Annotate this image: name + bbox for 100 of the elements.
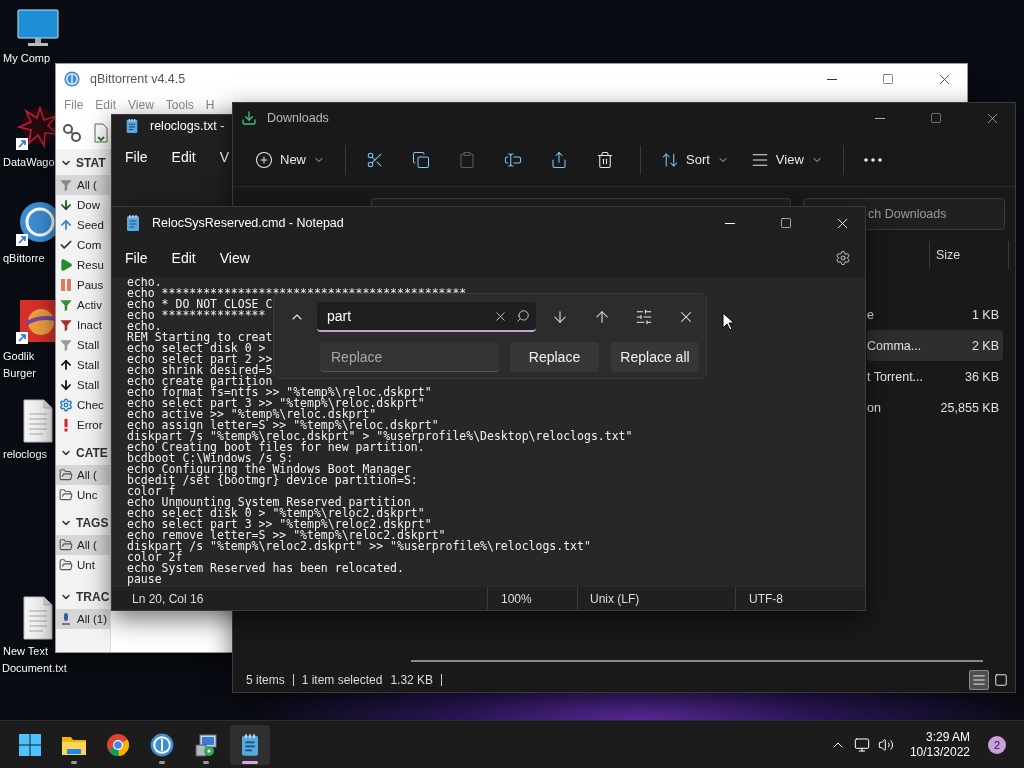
status-text: 5 items	[246, 674, 294, 686]
sidebar-item[interactable]: Com	[56, 235, 110, 255]
file-row[interactable]: on 25,855 KB	[867, 392, 1003, 423]
menu-item[interactable]: V	[219, 149, 230, 165]
sidebar-item[interactable]: All (1)	[56, 609, 110, 629]
sidebar-item[interactable]: All (	[56, 465, 110, 485]
check-icon	[59, 238, 73, 252]
window-title: reloclogs.txt -	[150, 119, 226, 133]
sidebar-item[interactable]: Stall	[56, 355, 110, 375]
column-header[interactable]: Size	[929, 241, 1009, 269]
file-name: on	[867, 400, 881, 415]
new-button[interactable]: New	[247, 142, 333, 177]
desktop-icon-label[interactable]: My Comp	[3, 51, 51, 65]
desktop-icon-label[interactable]: Burger	[3, 366, 37, 380]
sidebar-item[interactable]: Error	[56, 415, 110, 435]
notepad-icon	[124, 214, 142, 232]
menu-item[interactable]: View	[128, 98, 154, 112]
sidebar-item[interactable]: Inact	[56, 315, 110, 335]
code-line: echo ********************************************	[127, 288, 467, 299]
sidebar-item[interactable]: All (	[56, 535, 110, 555]
file-row[interactable]: Comma... 2 KB	[867, 330, 1003, 361]
desktop-icon-label[interactable]: Document.txt	[2, 661, 67, 675]
sidebar-item[interactable]: Paus	[56, 275, 110, 295]
file-name: e	[867, 307, 874, 322]
code-line: echo select disk 0 >	[127, 343, 266, 354]
sidebar-item[interactable]: Dow	[56, 195, 110, 215]
window-title: RelocSysReserved.cmd - Notepad	[152, 216, 345, 230]
text-cursor-icon	[504, 150, 522, 169]
sidebar-item[interactable]: All (	[56, 175, 110, 195]
menu-item[interactable]: H	[205, 98, 215, 112]
settings-icon[interactable]	[835, 250, 851, 266]
menu-item[interactable]: View	[219, 250, 250, 266]
menu-item[interactable]: File	[125, 149, 148, 165]
scrollbar[interactable]	[411, 660, 983, 662]
menu-item[interactable]: Edit	[95, 98, 117, 112]
code-line: echo.	[127, 321, 162, 332]
share-icon	[550, 150, 568, 169]
filter-icon	[59, 338, 73, 352]
clock-date[interactable]: 10/13/2022	[909, 744, 970, 760]
replace-button[interactable]: Replace	[510, 342, 599, 372]
menu-item[interactable]: File	[64, 98, 84, 112]
sidebar-item[interactable]: Chec	[56, 395, 110, 415]
file-row[interactable]: e 1 KB	[867, 299, 1003, 330]
code-line: echo Creating boot files for new partition.	[127, 442, 425, 453]
code-line: diskpart /s "%temp%\reloc2.dskprt" >> "%userprofile%\reloclogs.txt"	[127, 541, 591, 552]
find-field[interactable]: part	[327, 308, 485, 324]
running-indicator	[242, 760, 258, 764]
code-line: color 2f	[127, 552, 183, 563]
download-icon	[241, 110, 257, 126]
download-arrow-icon	[59, 198, 73, 212]
desktop-icon-label[interactable]: Godlik	[3, 349, 35, 363]
desktop-icon-label[interactable]: reloclogs	[3, 447, 48, 461]
code-line: echo select part 2 >>	[127, 354, 273, 365]
desktop-icon-label[interactable]: DataWago	[3, 155, 55, 169]
file-size: 25,855 KB	[940, 400, 999, 415]
computer-disc-icon	[194, 732, 218, 757]
sidebar-item[interactable]: Unt	[56, 555, 110, 575]
view-button[interactable]: View	[742, 142, 831, 177]
status-text: Ln 20, Col 16	[112, 587, 488, 610]
sidebar-item[interactable]: Seed	[56, 215, 110, 235]
sort-button[interactable]: Sort	[653, 142, 737, 177]
sidebar-item[interactable]: Activ	[56, 295, 110, 315]
find-box[interactable]: part	[317, 302, 536, 332]
menu-item[interactable]: Tools	[165, 98, 194, 112]
running-indicator	[203, 760, 209, 764]
file-size: 1 KB	[971, 307, 999, 322]
text-editor[interactable]	[112, 277, 865, 586]
menu-item[interactable]: Edit	[171, 250, 196, 266]
clock-time[interactable]: 3:29 AM	[925, 729, 970, 745]
replace-all-button[interactable]: Replace all	[611, 342, 699, 372]
search-icon[interactable]	[516, 309, 530, 323]
item-label: Seed	[77, 219, 104, 231]
menu-item[interactable]: Edit	[171, 149, 196, 165]
volume-icon[interactable]	[877, 736, 894, 753]
list-icon	[972, 673, 986, 687]
desktop-icon-label[interactable]: New Text	[3, 644, 49, 658]
network-icon[interactable]	[853, 736, 870, 753]
windows-logo-icon	[18, 732, 42, 757]
replace-field[interactable]: Replace	[320, 342, 499, 372]
desktop-icon-label[interactable]: qBittorre	[3, 251, 45, 265]
sidebar-item[interactable]: Stall	[56, 375, 110, 395]
sidebar-item[interactable]: Unc	[56, 485, 110, 505]
notepad-icon	[124, 118, 140, 134]
section-header: TRAC	[76, 590, 110, 604]
notification-badge[interactable]: 2	[988, 735, 1006, 754]
sort-arrows-icon	[661, 150, 679, 169]
taskbar-button[interactable]	[230, 724, 270, 765]
file-row[interactable]: t Torrent... 36 KB	[867, 361, 1003, 392]
item-label: Inact	[77, 319, 102, 331]
item-label: Com	[77, 239, 102, 251]
gear-icon	[59, 398, 73, 412]
sidebar-item[interactable]: Resu	[56, 255, 110, 275]
menu-item[interactable]: File	[125, 250, 148, 266]
code-line: echo select part 3 >> "%temp%\reloc.dskprt"	[127, 398, 425, 409]
code-line: echo remove letter=S >> "%temp%\reloc2.dskprt"	[127, 530, 446, 541]
filter-icon	[59, 298, 73, 312]
file-size: 36 KB	[964, 369, 999, 384]
sidebar-item[interactable]: Stall	[56, 335, 110, 355]
details-view-button[interactable]	[969, 670, 989, 690]
item-label: All (	[77, 179, 97, 191]
